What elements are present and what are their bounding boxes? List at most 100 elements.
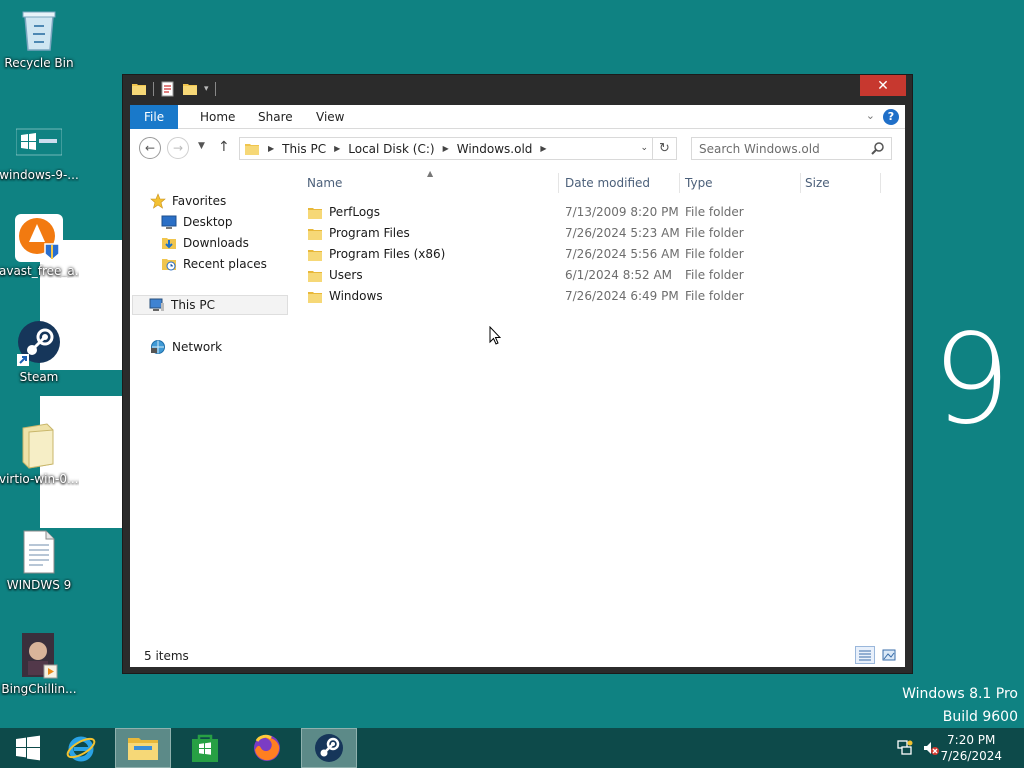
file-date: 7/26/2024 6:49 PM — [565, 289, 679, 303]
file-type: File folder — [685, 268, 744, 282]
column-header-type[interactable]: Type — [685, 173, 713, 193]
taskbar-internet-explorer[interactable] — [53, 728, 109, 768]
search-box[interactable]: Search Windows.old — [691, 137, 892, 160]
nav-item-label: This PC — [171, 298, 215, 312]
search-icon — [871, 142, 884, 155]
table-row[interactable]: Windows 7/26/2024 6:49 PM File folder — [300, 286, 900, 307]
desktop-icon-windws-9-document[interactable]: WINDWS 9 — [0, 528, 79, 592]
tab-share[interactable]: Share — [244, 105, 307, 129]
breadcrumb-separator-icon[interactable]: ▶ — [443, 144, 449, 153]
file-date: 7/13/2009 8:20 PM — [565, 205, 679, 219]
nav-item-downloads[interactable]: Downloads — [161, 233, 249, 253]
nav-item-favorites[interactable]: Favorites — [150, 191, 226, 211]
video-thumbnail-icon — [15, 632, 63, 680]
desktop-icon-recycle-bin[interactable]: Recycle Bin — [0, 6, 79, 70]
network-tray-icon — [897, 740, 913, 755]
desktop-icon-avast-installer[interactable]: avast_free_a... — [0, 214, 79, 278]
folder-icon — [308, 249, 322, 261]
file-type: File folder — [685, 226, 744, 240]
large-icons-view-button[interactable] — [879, 646, 899, 664]
sort-ascending-icon: ▲ — [427, 169, 434, 178]
breadcrumb-separator-icon[interactable]: ▶ — [334, 144, 340, 153]
file-name-cell: Program Files — [307, 223, 410, 244]
status-item-count: 5 items — [144, 649, 189, 663]
taskbar-steam[interactable] — [301, 728, 357, 768]
expand-ribbon-chevron-icon[interactable]: ⌄ — [866, 109, 875, 122]
folder-app-icon — [132, 84, 146, 95]
properties-icon[interactable] — [160, 81, 176, 97]
folder-icon — [15, 422, 63, 470]
start-button[interactable] — [0, 728, 56, 768]
back-button[interactable]: ← — [139, 137, 161, 159]
column-divider[interactable] — [800, 173, 801, 193]
desktop-icon-bingchillin-video[interactable]: BingChillin... — [0, 632, 79, 696]
breadcrumb-windows-old[interactable]: Windows.old — [457, 142, 533, 156]
up-one-level-button[interactable]: ↑ — [218, 139, 230, 155]
breadcrumb-separator-icon[interactable]: ▶ — [540, 144, 546, 153]
quick-access-toolbar: ▾ — [131, 81, 216, 97]
column-divider[interactable] — [558, 173, 559, 193]
explorer-content: ← → ▼ ↑ ▶ This PC ▶ Local Disk (C:) ▶ Wi… — [130, 129, 905, 667]
customize-toolbar-chevron-icon[interactable]: ▾ — [204, 84, 209, 94]
nav-item-recent-places[interactable]: Recent places — [161, 254, 267, 274]
nav-item-label: Recent places — [183, 257, 267, 271]
column-header-name[interactable]: Name — [307, 173, 342, 193]
taskbar-store[interactable] — [177, 728, 233, 768]
new-folder-icon[interactable] — [182, 81, 198, 97]
network-icon — [151, 340, 165, 354]
taskbar-clock[interactable]: 7:20 PM 7/26/2024 — [940, 732, 1002, 764]
desktop-icon-steam[interactable]: Steam — [0, 320, 79, 384]
desktop-icon-windows-9-shortcut[interactable]: windows-9-... — [0, 118, 79, 182]
forward-button[interactable]: → — [167, 137, 189, 159]
table-row[interactable]: PerfLogs 7/13/2009 8:20 PM File folder — [300, 202, 900, 223]
tab-file[interactable]: File — [130, 105, 179, 129]
refresh-icon: ↻ — [659, 141, 670, 156]
folder-icon — [308, 207, 322, 219]
nav-item-label: Desktop — [183, 215, 233, 229]
close-window-button[interactable]: ✕ — [860, 75, 906, 96]
file-name: Program Files (x86) — [329, 247, 446, 261]
volume-muted-icon[interactable] — [922, 739, 940, 757]
table-row[interactable]: Users 6/1/2024 8:52 AM File folder — [300, 265, 900, 286]
column-divider[interactable] — [679, 173, 680, 193]
folder-icon — [308, 228, 322, 240]
file-name-cell: PerfLogs — [307, 202, 380, 223]
network-status-icon[interactable] — [896, 739, 914, 757]
tab-home[interactable]: Home — [186, 105, 249, 129]
taskbar-firefox[interactable] — [239, 728, 295, 768]
column-divider[interactable] — [880, 173, 881, 193]
window-titlebar[interactable]: ▾ ✕ — [123, 75, 912, 105]
file-type: File folder — [685, 289, 744, 303]
details-view-button[interactable] — [855, 646, 875, 664]
computer-icon — [149, 298, 164, 311]
breadcrumb-this-pc[interactable]: This PC — [282, 142, 326, 156]
desktop-icon-label: Recycle Bin — [4, 56, 74, 70]
file-type: File folder — [685, 205, 744, 219]
breadcrumb-local-disk[interactable]: Local Disk (C:) — [348, 142, 434, 156]
desktop-icon-virtio-folder[interactable]: virtio-win-0.... — [0, 422, 79, 486]
taskbar-file-explorer[interactable] — [115, 728, 171, 768]
table-row[interactable]: Program Files (x86) 7/26/2024 5:56 AM Fi… — [300, 244, 900, 265]
address-bar[interactable]: ▶ This PC ▶ Local Disk (C:) ▶ Windows.ol… — [239, 137, 653, 160]
windows-file-icon — [15, 118, 63, 166]
column-header-size[interactable]: Size — [805, 173, 830, 193]
file-name-cell: Users — [307, 265, 363, 286]
clock-time: 7:20 PM — [947, 733, 996, 747]
steam-icon — [15, 320, 63, 368]
column-header-date-modified[interactable]: Date modified — [565, 173, 650, 193]
tab-view[interactable]: View — [302, 105, 358, 129]
file-type: File folder — [685, 247, 744, 261]
help-icon[interactable]: ? — [883, 109, 899, 125]
nav-item-desktop[interactable]: Desktop — [161, 212, 233, 232]
nav-item-label: Network — [172, 340, 223, 354]
taskbar: 7:20 PM 7/26/2024 — [0, 728, 1024, 768]
nav-item-network[interactable]: Network — [150, 337, 222, 357]
breadcrumb: ▶ This PC ▶ Local Disk (C:) ▶ Windows.ol… — [260, 142, 555, 156]
refresh-button[interactable]: ↻ — [653, 137, 677, 160]
nav-item-this-pc[interactable]: This PC — [132, 295, 288, 315]
table-row[interactable]: Program Files 7/26/2024 5:23 AM File fol… — [300, 223, 900, 244]
address-dropdown-icon[interactable]: ⌄ — [640, 143, 648, 153]
recent-locations-dropdown-icon[interactable]: ▼ — [198, 141, 205, 151]
desktop-icon-label: avast_free_a... — [0, 264, 79, 278]
breadcrumb-separator-icon[interactable]: ▶ — [268, 144, 274, 153]
